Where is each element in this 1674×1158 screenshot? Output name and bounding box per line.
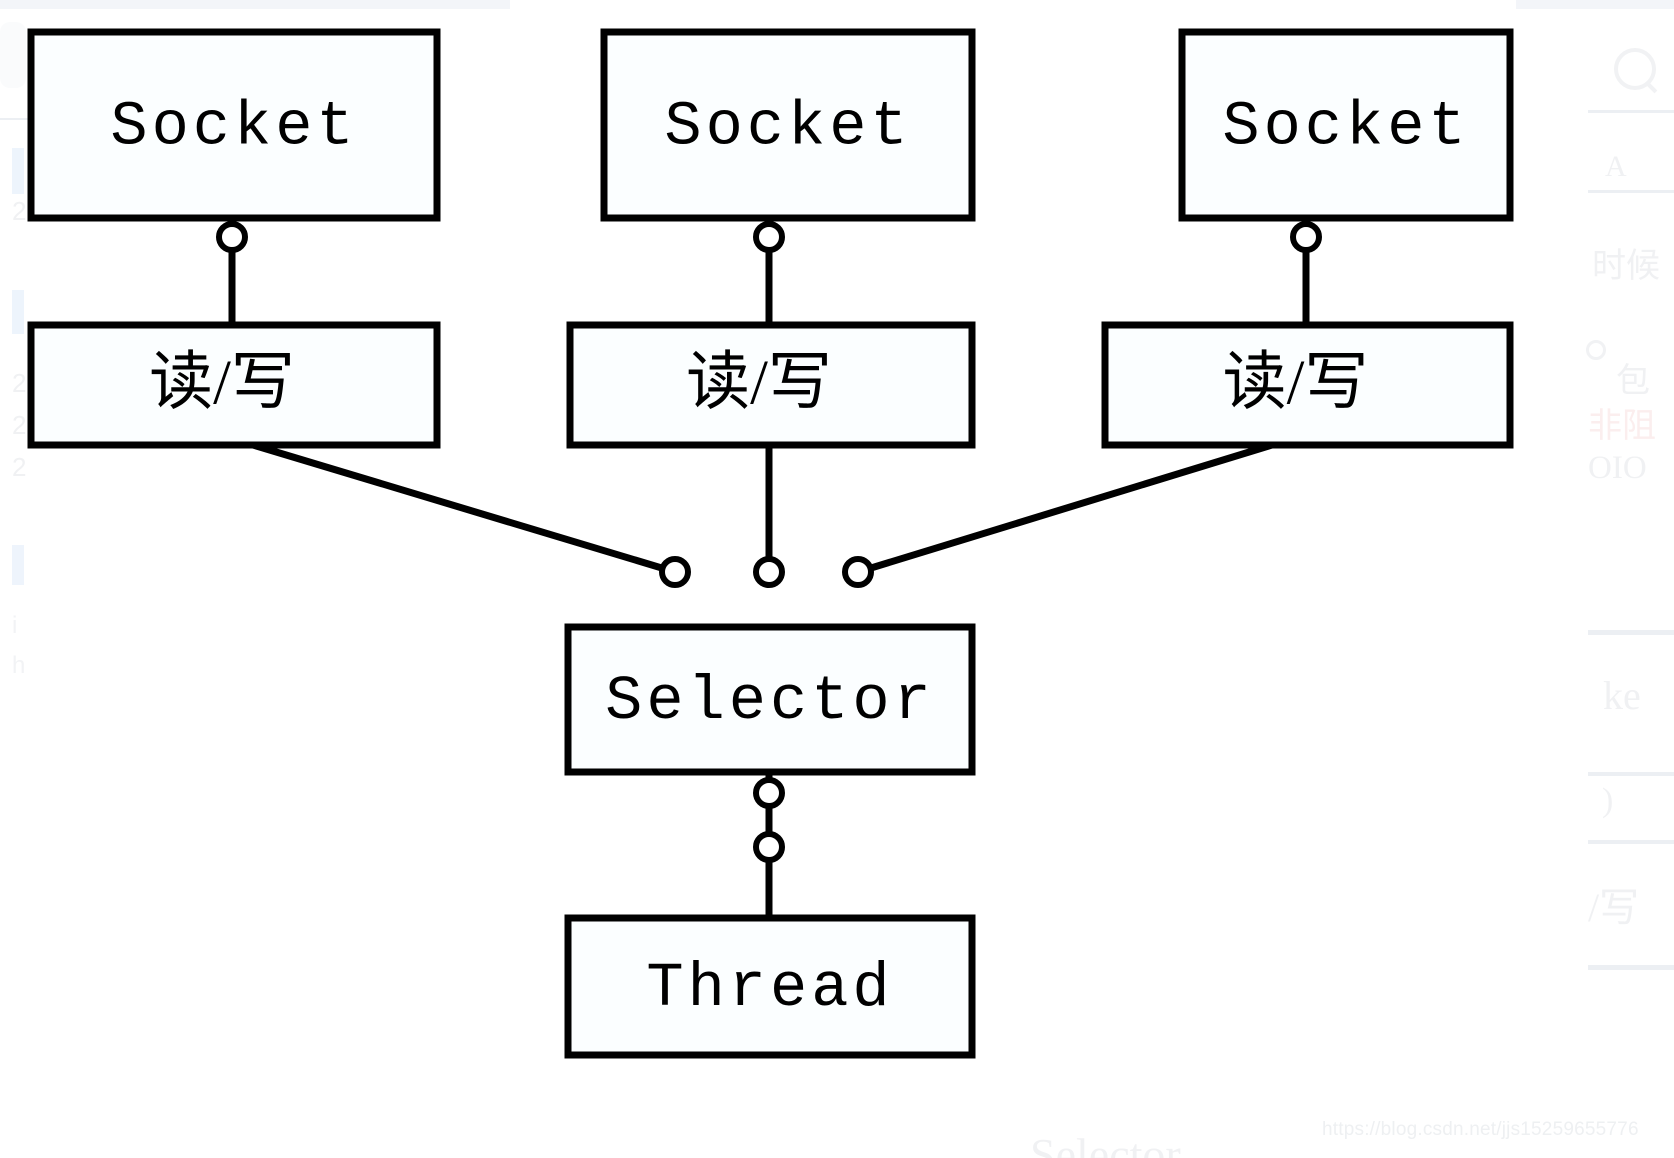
port-selector-out-icon bbox=[753, 777, 785, 809]
node-label-selector: Selector bbox=[605, 666, 935, 737]
edge-rw3-selector bbox=[856, 441, 1274, 576]
node-rw-2[interactable]: 读/写 bbox=[566, 321, 976, 449]
port-rw2-top-icon bbox=[753, 221, 785, 253]
port-selector-left-icon bbox=[659, 556, 691, 588]
port-rw1-top-icon bbox=[216, 221, 248, 253]
node-label-socket-3: Socket bbox=[1222, 91, 1469, 162]
port-selector-right-icon bbox=[842, 556, 874, 588]
node-label-rw-1: 读/写 bbox=[149, 347, 295, 418]
node-thread[interactable]: Thread bbox=[564, 914, 976, 1059]
diagram-svg: Socket Socket Socket 读/写 读/写 读/写 Selector Threa… bbox=[27, 28, 1514, 1059]
port-thread-in-icon bbox=[753, 831, 785, 863]
node-rw-1[interactable]: 读/写 bbox=[27, 321, 441, 449]
node-selector[interactable]: Selector bbox=[564, 623, 976, 776]
node-rw-3[interactable]: 读/写 bbox=[1101, 321, 1514, 449]
node-label-thread: Thread bbox=[646, 953, 893, 1024]
node-label-rw-2: 读/写 bbox=[686, 347, 832, 418]
port-selector-mid-icon bbox=[753, 556, 785, 588]
node-label-socket-1: Socket bbox=[110, 91, 357, 162]
node-socket-2[interactable]: Socket bbox=[600, 28, 976, 222]
port-rw3-top-icon bbox=[1290, 221, 1322, 253]
edge-rw1-selector bbox=[251, 441, 677, 576]
node-socket-3[interactable]: Socket bbox=[1178, 28, 1514, 222]
node-label-rw-3: 读/写 bbox=[1223, 347, 1369, 418]
node-socket-1[interactable]: Socket bbox=[27, 28, 441, 222]
node-label-socket-2: Socket bbox=[664, 91, 911, 162]
diagram-canvas: 2 2 2 2 i h 时候包非阻 OIO ke)/写 Selector A https… bbox=[0, 0, 1674, 1158]
